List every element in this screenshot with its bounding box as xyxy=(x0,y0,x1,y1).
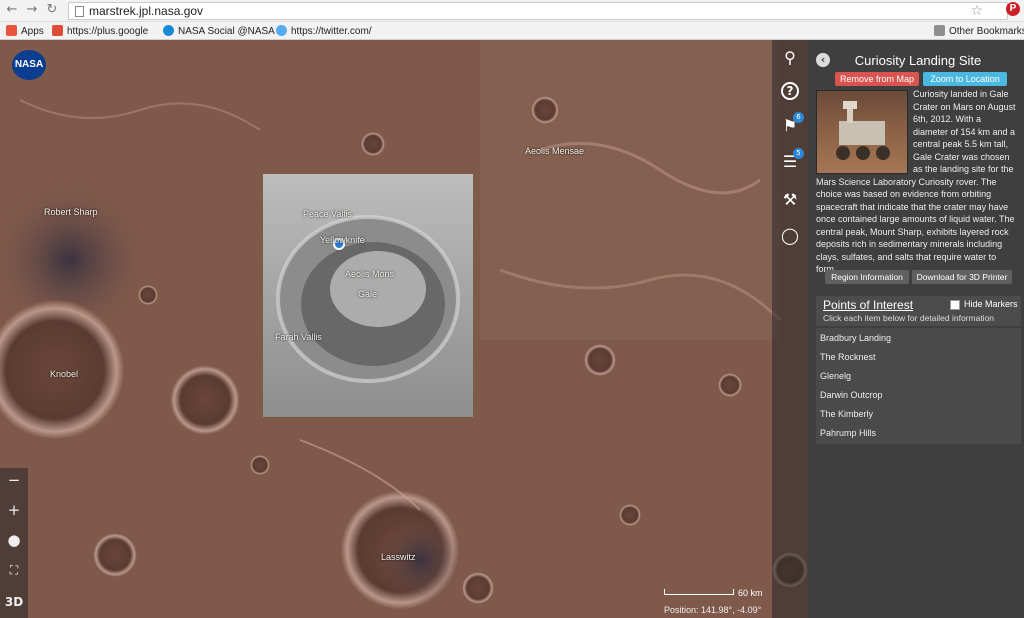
location-panel: ‹ Curiosity Landing Site Remove from Map… xyxy=(808,40,1024,618)
map-toolbar: ⚲ ? ⚑ 6 ☰ 5 ⚒ ◯ xyxy=(772,40,808,618)
twitter-icon xyxy=(276,25,287,36)
bookmark-nasa-social[interactable]: NASA Social @NASA xyxy=(163,25,275,37)
zoom-to-location-button[interactable]: Zoom to Location xyxy=(923,72,1007,86)
bookmark-icon[interactable]: ⚑ 6 xyxy=(780,112,804,136)
poi-list: Bradbury Landing The Rocknest Glenelg Da… xyxy=(816,328,1021,444)
bookmark-label: NASA Social @NASA xyxy=(178,26,275,37)
zoom-in-button[interactable]: + xyxy=(4,500,24,520)
label-aeolis-mons: Aeolis Mons xyxy=(345,269,395,279)
bookmark-google-plus[interactable]: https://plus.google xyxy=(52,25,148,37)
other-bookmarks-label: Other Bookmarks xyxy=(949,26,1024,37)
poi-title: Points of Interest xyxy=(823,298,914,312)
google-plus-icon xyxy=(52,25,63,36)
label-yellowknife: Yellowknife xyxy=(320,235,365,245)
hide-markers-label[interactable]: Hide Markers xyxy=(964,299,1018,309)
poi-item-glenelg[interactable]: Glenelg xyxy=(820,371,851,381)
star-bookmark-icon[interactable]: ☆ xyxy=(970,3,983,19)
other-bookmarks[interactable]: Other Bookmarks xyxy=(934,25,1024,37)
location-description: Curiosity landed in Gale Crater on Mars … xyxy=(816,89,1016,274)
poi-item-pahrump-hills[interactable]: Pahrump Hills xyxy=(820,428,876,438)
apps-grid-icon xyxy=(6,25,17,36)
wrench-icon[interactable]: ⚒ xyxy=(780,190,800,210)
mars-map[interactable]: Aeolis Mensae Robert Sharp Peace Vallis … xyxy=(0,40,808,618)
label-peace-vallis: Peace Vallis xyxy=(303,209,352,219)
region-information-button[interactable]: Region Information xyxy=(825,270,909,284)
globe-view-icon[interactable]: ● xyxy=(4,530,24,550)
poi-header: Points of Interest Hide Markers Click ea… xyxy=(816,296,1021,326)
zoom-controls: − + ● ⛶ 3D xyxy=(0,468,28,618)
url-text[interactable]: marstrek.jpl.nasa.gov xyxy=(89,4,203,18)
page-icon xyxy=(75,6,84,17)
address-bar[interactable]: marstrek.jpl.nasa.gov ☆ xyxy=(68,2,1008,20)
zoom-out-button[interactable]: − xyxy=(4,470,24,490)
panel-title: Curiosity Landing Site xyxy=(854,53,982,68)
bookmarks-bar: Apps https://plus.google NASA Social @NA… xyxy=(0,22,1024,40)
folder-icon xyxy=(934,25,945,36)
bookmark-apps[interactable]: Apps xyxy=(6,25,44,37)
back-arrow-icon[interactable]: ← xyxy=(5,3,19,17)
label-farah-vallis: Farah Vallis xyxy=(275,332,322,342)
help-icon[interactable]: ? xyxy=(781,82,799,100)
nasa-logo[interactable]: NASA xyxy=(12,50,46,80)
poi-item-rocknest[interactable]: The Rocknest xyxy=(820,352,876,362)
bookmark-count-badge: 6 xyxy=(793,112,804,123)
browser-toolbar: ← → ↻ marstrek.jpl.nasa.gov ☆ P xyxy=(0,0,1024,22)
layers-count-badge: 5 xyxy=(793,148,804,159)
bookmark-label: https://plus.google xyxy=(67,26,149,37)
3d-mode-button[interactable]: 3D xyxy=(4,592,24,612)
label-robert-sharp: Robert Sharp xyxy=(44,207,98,217)
remove-from-map-button[interactable]: Remove from Map xyxy=(835,72,919,86)
pinterest-icon[interactable]: P xyxy=(1006,2,1020,16)
download-3d-printer-button[interactable]: Download for 3D Printer xyxy=(912,270,1012,284)
search-icon[interactable]: ⚲ xyxy=(780,48,800,68)
position-readout: Position: 141.98°, -4.09° xyxy=(664,605,762,615)
bookmark-label: Apps xyxy=(21,26,44,37)
label-knobel: Knobel xyxy=(50,369,79,379)
layers-icon[interactable]: ☰ 5 xyxy=(780,148,804,172)
bookmark-label: https://twitter.com/ xyxy=(291,26,372,37)
label-aeolis-mensae: Aeolis Mensae xyxy=(525,146,585,156)
label-gale: Gale xyxy=(358,289,378,299)
back-icon[interactable]: ‹ xyxy=(816,53,830,67)
forward-arrow-icon[interactable]: → xyxy=(25,3,39,17)
nasa-social-icon xyxy=(163,25,174,36)
reload-icon[interactable]: ↻ xyxy=(45,3,59,17)
globe-icon[interactable]: ◯ xyxy=(780,226,800,246)
poi-item-bradbury-landing[interactable]: Bradbury Landing xyxy=(820,333,891,343)
scale-label: 60 km xyxy=(738,588,763,598)
poi-item-darwin-outcrop[interactable]: Darwin Outcrop xyxy=(820,390,883,400)
bookmark-twitter[interactable]: https://twitter.com/ xyxy=(276,25,372,37)
hide-markers-checkbox[interactable] xyxy=(950,300,960,310)
poi-subtitle: Click each item below for detailed infor… xyxy=(823,313,995,323)
scale-bar xyxy=(664,589,734,595)
poi-item-kimberly[interactable]: The Kimberly xyxy=(820,409,873,419)
label-lasswitz: Lasswitz xyxy=(381,552,416,562)
fullscreen-icon[interactable]: ⛶ xyxy=(4,560,24,580)
